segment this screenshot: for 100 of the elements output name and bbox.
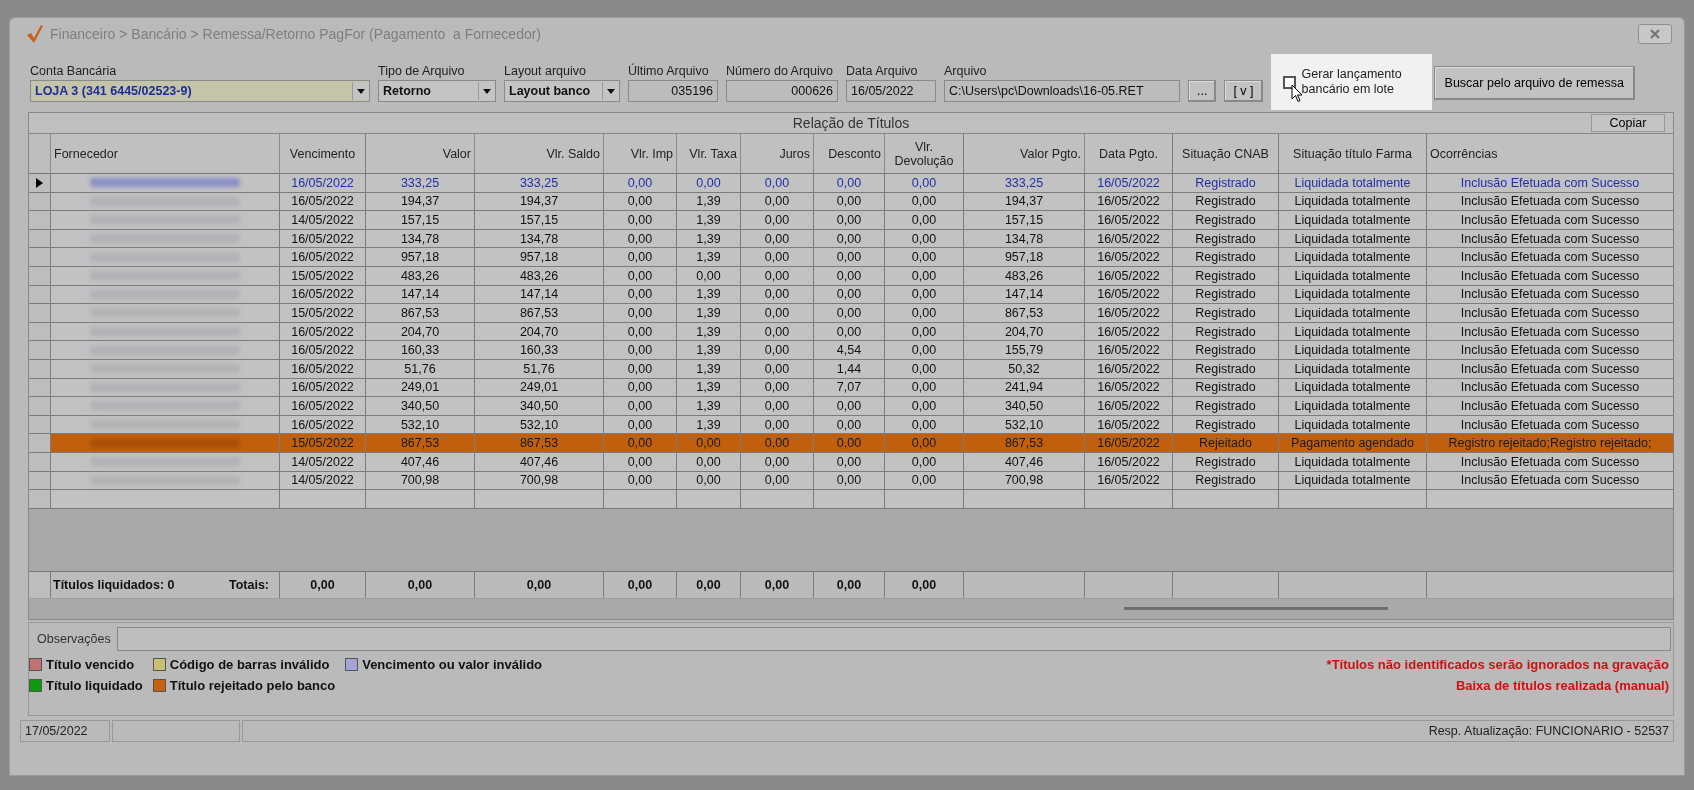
payment-date-cell: 16/05/2022 [1097,175,1160,190]
table-cell: 957,18 [400,250,440,265]
account-dropdown[interactable]: LOJA 3 (341 6445/02523-9) [30,80,370,102]
table-row[interactable]: 15/05/2022 867,53 867,53 0,00 0,00 0,00 0,00 0,00 867,53 16/05/2022 Rejeitado Pagamento agendado Registro rejeitado;Registro rejeitado; [29,434,1673,453]
table-cell: 0,00 [836,250,862,265]
table-cell: 0,00 [627,454,653,469]
table-cell: 0,00 [764,213,790,227]
column-header[interactable]: Ocorrências [1430,146,1498,161]
row-header-cell[interactable] [29,434,51,453]
row-header-cell[interactable] [29,490,51,509]
row-header-cell[interactable] [29,397,51,416]
column-header[interactable]: Juros [779,146,810,161]
column-header[interactable]: Fornecedor [54,146,118,161]
browse-button[interactable]: ... [1188,80,1217,102]
table-cell: 157,15 [519,213,559,227]
column-header[interactable]: Vencimento [289,146,356,161]
table-cell: 0,00 [627,324,653,339]
field-label: Observações [37,631,111,646]
column-header[interactable]: Desconto [828,146,881,161]
table-cell: 483,26 [1004,268,1044,283]
scrollbar-thumb[interactable] [1124,606,1388,610]
due-date-cell: 16/05/2022 [291,194,354,209]
message-cell: Inclusão Efetuada com Sucesso [1460,380,1640,395]
column-header[interactable]: Situação CNAB [1182,146,1269,161]
status-cell: Registrado [1195,361,1256,376]
status-cell: Liquidada totalmente [1294,454,1411,469]
table-cell: 1,39 [696,231,721,246]
copy-button[interactable]: Copiar [1591,114,1665,132]
payment-date-cell: 16/05/2022 [1097,194,1160,209]
column-header[interactable]: Vlr. Taxa [689,146,737,161]
table-cell: 194,37 [1004,194,1044,209]
table-cell: 157,15 [400,213,440,227]
status-cell: Liquidada totalmente [1294,417,1411,432]
table-cell: 204,70 [400,324,440,339]
table-cell: 0,00 [836,305,862,320]
field-label: Tipo de Arquivo [378,64,466,78]
column-header[interactable]: Vlr. Saldo [546,146,600,161]
table-cell: 532,10 [400,417,440,432]
close-button[interactable] [1638,24,1672,44]
column-header[interactable]: Vlr. Imp [630,146,673,161]
due-date-cell: 16/05/2022 [291,175,354,190]
field-label: Layout arquivo [504,64,587,78]
message-cell: Inclusão Efetuada com Sucesso [1460,305,1640,320]
table-cell: 340,50 [400,398,440,413]
table-cell: 1,39 [696,343,721,358]
table-cell: 0,00 [911,436,937,451]
table-cell: 700,98 [519,473,559,488]
table-cell: 0,00 [696,454,721,469]
row-header-cell[interactable] [29,211,51,230]
layout-dropdown[interactable]: Layout banco [504,80,620,102]
status-cell: Liquidada totalmente [1294,213,1411,227]
column-header[interactable]: Vlr. Devolução [888,139,960,168]
table-cell: 0,00 [627,268,653,283]
last-file-field[interactable]: 035196 [628,80,718,102]
row-header-cell[interactable] [29,248,51,267]
table-cell: 0,00 [764,175,790,190]
view-button[interactable]: [ v ] [1224,80,1263,102]
table-cell: 0,00 [764,287,790,302]
table-cell: 483,26 [519,268,559,283]
table-cell: 0,00 [696,268,721,283]
status-cell: Liquidada totalmente [1294,473,1411,488]
table-row[interactable]: 15/05/2022 867,53 867,53 0,00 1,39 0,00 0,00 0,00 867,53 16/05/2022 Registrado Liquidada totalmente Inclusão Efetuada com Sucesso [29,304,1673,323]
status-cell: Registrado [1195,287,1256,302]
file-number-field[interactable]: 000626 [726,80,838,102]
payment-date-cell: 16/05/2022 [1097,417,1160,432]
column-header[interactable]: Situação título Farma [1293,146,1412,161]
column-header[interactable]: Valor Pgto. [1020,146,1081,161]
row-header-cell[interactable] [29,304,51,323]
table-row[interactable]: 16/05/2022 340,50 340,50 0,00 1,39 0,00 0,00 0,00 340,50 16/05/2022 Registrado Liquidada totalmente Inclusão Efetuada com Sucesso [29,397,1673,416]
observations-field[interactable] [116,626,1671,651]
table-cell: 0,00 [764,417,790,432]
legend-label: Título vencido [46,656,135,672]
message-cell: Inclusão Efetuada com Sucesso [1460,454,1640,469]
table-cell: 0,00 [836,268,862,283]
file-date-field[interactable]: 16/05/2022 [846,80,936,102]
table-cell: 249,01 [400,380,440,395]
table-cell: 700,98 [1004,473,1044,488]
row-pointer-icon [36,177,43,188]
row-header-cell[interactable] [29,341,51,360]
file-path-field[interactable]: C:\Users\pc\Downloads\16-05.RET [944,80,1180,102]
table-cell: 0,00 [627,361,653,376]
table-cell: 0,00 [836,417,862,432]
checkbox[interactable] [1282,75,1296,89]
table-row[interactable]: 14/05/2022 157,15 157,15 0,00 1,39 0,00 0,00 0,00 157,15 16/05/2022 Registrado Liquidada totalmente Inclusão Efetuada com Sucesso [29,211,1673,230]
total-value: 0,00 [764,577,790,592]
table-row[interactable]: 16/05/2022 957,18 957,18 0,00 1,39 0,00 0,00 0,00 957,18 16/05/2022 Registrado Liquidada totalmente Inclusão Efetuada com Sucesso [29,248,1673,267]
table-cell: 0,00 [911,473,937,488]
column-header[interactable]: Valor [442,146,471,161]
row-header-cell[interactable] [29,174,51,193]
status-cell: Registrado [1195,213,1256,227]
search-remittance-button[interactable]: Buscar pelo arquivo de remessa [1433,66,1635,100]
message-cell: Inclusão Efetuada com Sucesso [1460,175,1640,190]
table-cell: 700,98 [400,473,440,488]
file-type-dropdown[interactable]: Retorno [378,80,496,102]
table-row[interactable]: 16/05/2022 333,25 333,25 0,00 0,00 0,00 0,00 0,00 333,25 16/05/2022 Registrado Liquidada totalmente Inclusão Efetuada com Sucesso [29,174,1673,193]
table-row[interactable]: 16/05/2022 160,33 160,33 0,00 1,39 0,00 4,54 0,00 155,79 16/05/2022 Registrado Liquidada totalmente Inclusão Efetuada com Sucesso [29,341,1673,360]
column-header[interactable]: Data Pgto. [1098,146,1159,161]
window-title: Financeiro > Bancário > Remessa/Retorno PagFor (Pagamento a Fornecedor) [50,26,543,42]
table-cell: 867,53 [400,436,440,451]
table-cell: 0,00 [911,194,937,209]
